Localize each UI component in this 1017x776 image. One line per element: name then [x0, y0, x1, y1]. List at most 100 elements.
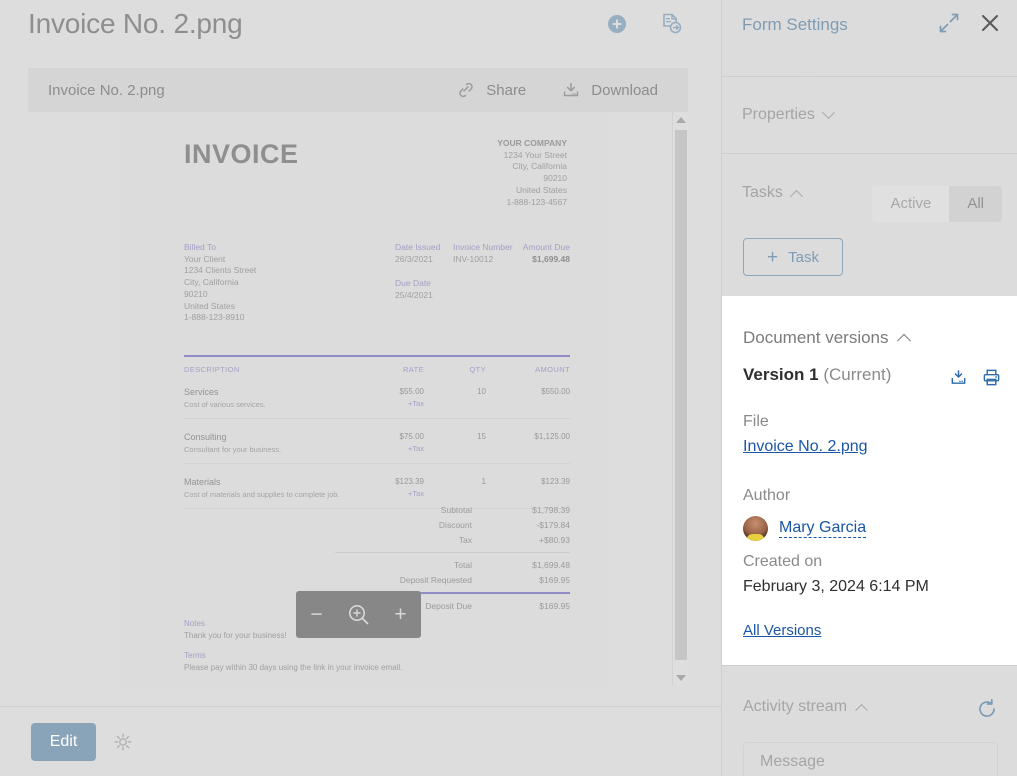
notes-text: Thank you for your business!	[184, 631, 287, 640]
download-label: Download	[591, 81, 658, 99]
chevron-up-icon	[790, 189, 803, 203]
document-versions-toggle[interactable]: Document versions	[743, 328, 911, 348]
message-placeholder: Message	[760, 753, 825, 770]
add-circle-icon[interactable]	[605, 12, 629, 36]
version-actions	[949, 368, 1001, 392]
table-row: Consulting Consultant for your business.…	[184, 419, 570, 464]
subtotal-label: Subtotal	[440, 504, 472, 515]
properties-label: Properties	[742, 106, 815, 123]
tasks-filter-all[interactable]: All	[949, 186, 1002, 222]
totals-tax: Tax +$80.93	[335, 532, 570, 547]
expand-icon[interactable]	[938, 12, 960, 39]
created-on-value: February 3, 2024 6:14 PM	[743, 578, 929, 595]
share-button[interactable]: Share	[455, 80, 526, 100]
tasks-filter-active[interactable]: Active	[872, 186, 950, 222]
invoice-number-block: Invoice Number INV-10012	[453, 242, 513, 265]
scroll-up-arrow-icon[interactable]	[673, 112, 688, 128]
total-label: Total	[454, 559, 472, 570]
total-value: $1,699.48	[532, 559, 570, 570]
print-version-icon[interactable]	[982, 368, 1001, 392]
version-row: Version 1 (Current)	[743, 365, 891, 385]
zoom-controls: − +	[296, 591, 421, 638]
close-icon[interactable]	[978, 11, 1002, 40]
author-label: Author	[743, 487, 791, 504]
properties-toggle[interactable]: Properties	[742, 105, 835, 124]
bottom-toolbar: Edit	[0, 706, 721, 776]
deposit-requested-label: Deposit Requested	[399, 574, 472, 585]
document-versions-label: Document versions	[743, 328, 889, 347]
client-country: United States	[184, 300, 236, 311]
activity-stream-label: Activity stream	[743, 698, 848, 715]
version-file-link[interactable]: Invoice No. 2.png	[743, 438, 868, 456]
col-rate: RATE	[402, 365, 424, 374]
properties-section[interactable]: Properties	[722, 76, 1017, 153]
row-rate: $55.00	[399, 387, 424, 396]
document-scrollbar[interactable]	[672, 112, 688, 686]
activity-stream-toggle[interactable]: Activity stream	[743, 698, 868, 717]
file-label: File	[743, 413, 769, 430]
col-description: DESCRIPTION	[184, 365, 240, 374]
download-button[interactable]: Download	[560, 80, 658, 100]
refresh-icon[interactable]	[976, 698, 998, 725]
row-qty: 1	[481, 477, 486, 486]
totals-divider	[335, 552, 570, 553]
totals-total: Total $1,699.48	[335, 557, 570, 572]
row-name: Services	[184, 387, 219, 397]
discount-value: -$179.84	[536, 519, 570, 530]
row-amount: $123.39	[541, 477, 570, 486]
row-tax: +Tax	[407, 444, 424, 453]
panel-partial-row: ..	[722, 50, 1017, 76]
due-date-label: Due Date	[395, 278, 431, 289]
tasks-toggle[interactable]: Tasks	[742, 184, 803, 203]
chevron-down-icon	[822, 105, 835, 119]
company-phone: 1-888-123-4567	[506, 196, 568, 207]
totals-deposit-requested: Deposit Requested $169.95	[335, 572, 570, 587]
totals-discount: Discount -$179.84	[335, 517, 570, 532]
edit-button[interactable]: Edit	[31, 722, 96, 761]
col-amount: AMOUNT	[535, 365, 570, 374]
tasks-filter-segments: Active All	[872, 186, 1002, 222]
author-row: Mary Garcia	[743, 516, 867, 541]
row-subtitle: Cost of materials and supplies to comple…	[184, 490, 340, 499]
author-link[interactable]: Mary Garcia	[779, 519, 867, 538]
deposit-requested-value: $169.95	[539, 574, 570, 585]
client-name: Your Client	[184, 253, 226, 264]
panel-header-actions	[938, 11, 1017, 40]
notes-label: Notes	[184, 619, 205, 628]
zoom-in-button[interactable]: +	[388, 604, 414, 625]
invoice-number-value: INV-10012	[453, 253, 494, 264]
add-task-button[interactable]: + Task	[743, 238, 843, 276]
zoom-magnifier-icon[interactable]	[345, 601, 373, 629]
all-versions-link[interactable]: All Versions	[743, 622, 821, 639]
billed-to-label: Billed To	[184, 242, 216, 252]
row-tax: +Tax	[407, 399, 424, 408]
tasks-header-row: Tasks Active All	[722, 154, 1017, 232]
app-root: Invoice No. 2.png Invoice No. 2.png Shar…	[0, 0, 1017, 776]
document-move-icon[interactable]	[659, 12, 683, 36]
download-icon	[560, 80, 582, 100]
link-icon	[455, 80, 477, 100]
document-versions-section: Document versions Version 1 (Current) Fi…	[722, 296, 1017, 665]
company-street: 1234 Your Street	[503, 149, 567, 160]
subtotal-value: $1,798.39	[532, 504, 570, 515]
zoom-out-button[interactable]: −	[304, 604, 330, 625]
company-zip: 90210	[543, 173, 567, 184]
gear-icon[interactable]	[112, 731, 134, 753]
discount-label: Discount	[438, 519, 472, 530]
date-issued-label: Date Issued	[395, 242, 441, 252]
scrollbar-thumb[interactable]	[675, 130, 687, 660]
client-zip: 90210	[184, 288, 208, 299]
totals-subtotal: Subtotal $1,798.39	[335, 502, 570, 517]
tasks-label: Tasks	[742, 184, 783, 201]
download-version-icon[interactable]	[949, 368, 968, 392]
tax-value: +$80.93	[539, 534, 570, 545]
tax-label: Tax	[458, 534, 472, 545]
scroll-down-arrow-icon[interactable]	[673, 670, 688, 686]
row-amount: $550.00	[541, 387, 570, 396]
company-city: City, California	[512, 161, 567, 172]
col-qty: QTY	[469, 365, 486, 374]
amount-due-block: Amount Due $1,699.48	[505, 242, 570, 265]
amount-due-label: Amount Due	[522, 242, 570, 252]
message-input[interactable]: Message	[743, 742, 998, 776]
document-header: Invoice No. 2.png	[0, 0, 721, 62]
